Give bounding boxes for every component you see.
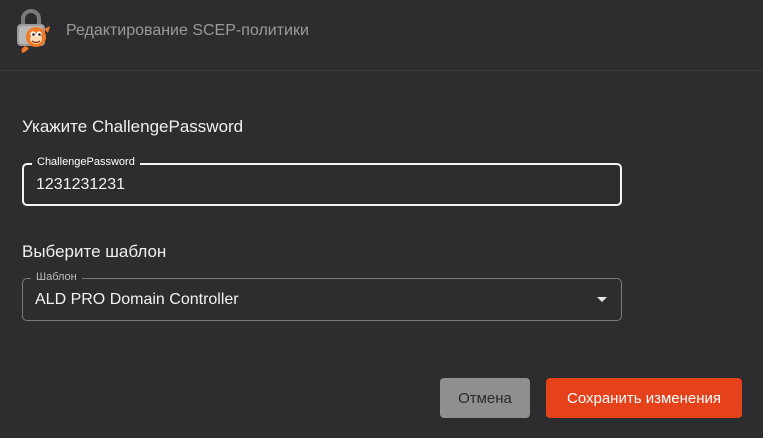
chevron-down-icon[interactable] [597,297,607,302]
template-section-title: Выберите шаблон [22,242,167,261]
lock-mascot-icon [13,9,53,53]
cancel-button[interactable]: Отмена [440,378,530,418]
challenge-password-field[interactable]: ChallengePassword [22,156,622,206]
save-changes-button[interactable]: Сохранить изменения [546,378,742,418]
template-label: Шаблон [31,271,82,284]
template-select[interactable]: Шаблон ALD PRO Domain Controller [22,271,622,321]
dialog-title: Редактирование SCEP-политики [66,22,309,39]
dialog-header: Редактирование SCEP-политики [0,0,763,71]
challenge-password-section-title: Укажите ChallengePassword [22,117,244,136]
template-selected-value: ALD PRO Domain Controller [35,291,239,308]
scep-policy-dialog: Редактирование SCEP-политики Укажите Cha… [0,0,763,438]
challenge-password-label: ChallengePassword [32,156,140,169]
challenge-password-input[interactable] [36,176,596,194]
